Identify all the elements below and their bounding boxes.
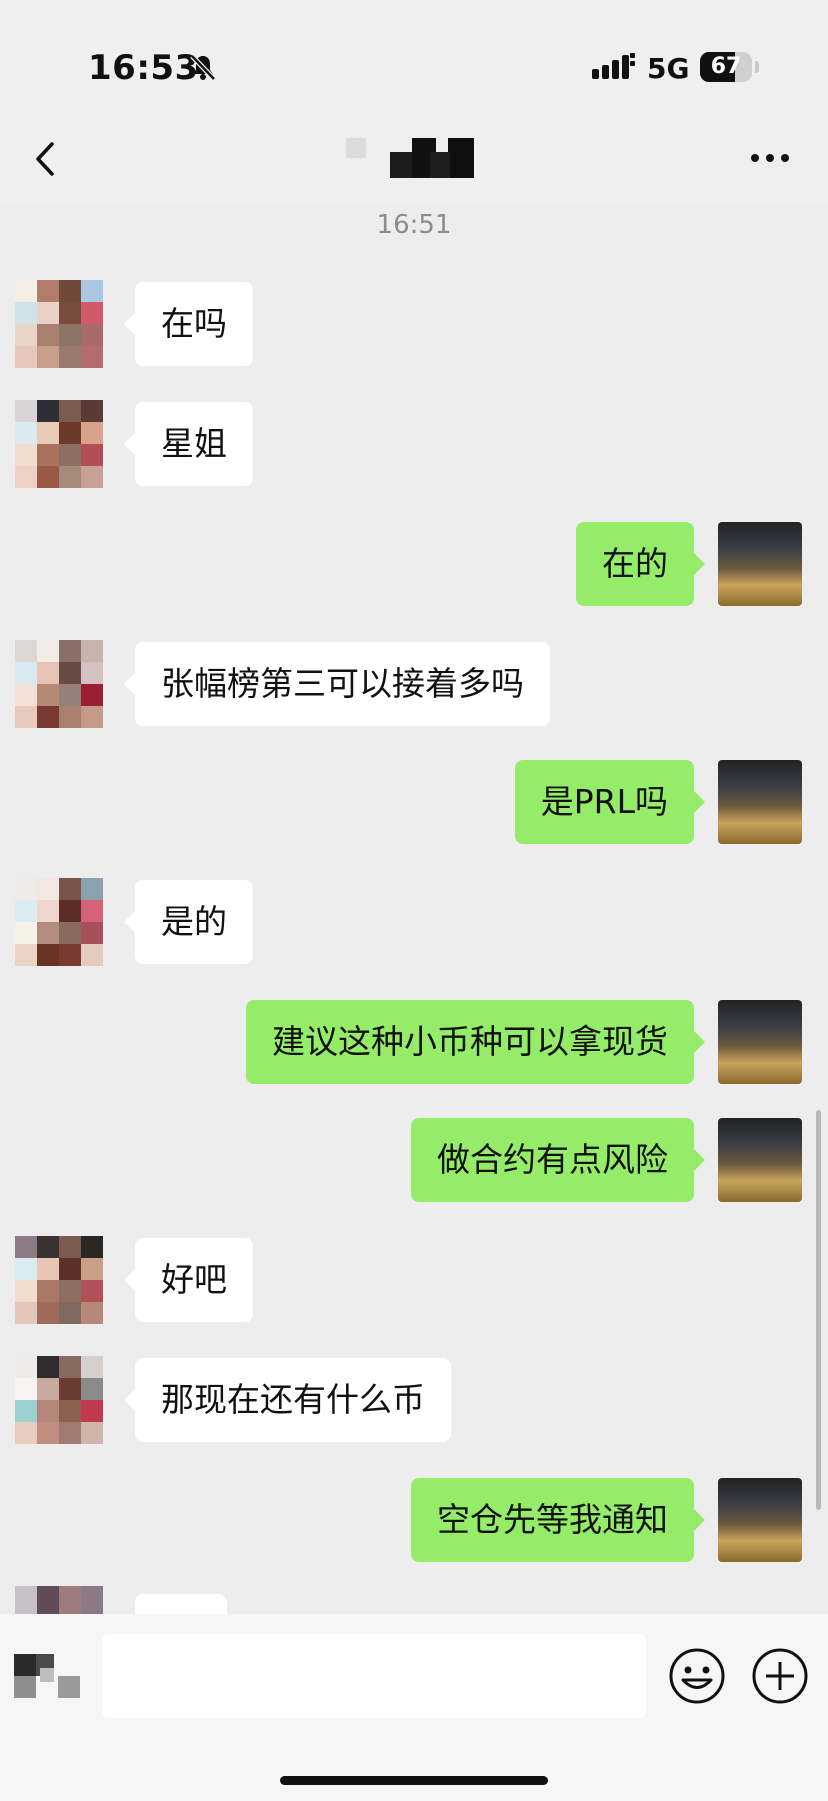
avatar xyxy=(15,1586,103,1614)
message-bubble-sent[interactable]: 建议这种小币种可以拿现货 xyxy=(246,1000,705,1084)
status-time: 16:53 xyxy=(88,48,199,88)
avatar[interactable] xyxy=(718,1000,802,1084)
battery-level: 67 xyxy=(710,54,742,79)
plus-icon[interactable] xyxy=(751,1647,809,1705)
message-bubble-received[interactable]: 是的 xyxy=(124,880,253,964)
message-input[interactable] xyxy=(102,1634,646,1718)
avatar[interactable] xyxy=(718,522,802,606)
avatar[interactable] xyxy=(15,1356,103,1444)
message-bubble-received[interactable]: 那现在还有什么币 xyxy=(124,1358,451,1442)
signal-icon xyxy=(592,53,635,79)
message-bubble-received[interactable]: 好吧 xyxy=(124,1238,253,1322)
avatar[interactable] xyxy=(15,1236,103,1324)
message-timestamp: 16:51 xyxy=(376,210,452,240)
battery-cap xyxy=(755,61,759,73)
avatar[interactable] xyxy=(15,400,103,488)
message-bubble-sent[interactable]: 做合约有点风险 xyxy=(411,1118,705,1202)
message-bubble-received[interactable]: 星姐 xyxy=(124,402,253,486)
message-bubble-sent[interactable]: 在的 xyxy=(576,522,705,606)
battery-indicator: 67 xyxy=(700,52,752,82)
avatar[interactable] xyxy=(15,878,103,966)
avatar[interactable] xyxy=(15,640,103,728)
message-bubble-received[interactable]: 在吗 xyxy=(124,282,253,366)
contact-name-redacted xyxy=(390,138,476,178)
home-indicator xyxy=(280,1776,548,1785)
avatar[interactable] xyxy=(718,760,802,844)
more-icon[interactable] xyxy=(749,148,791,168)
avatar[interactable] xyxy=(718,1478,802,1562)
message-bubble-received[interactable]: 张幅榜第三可以接着多吗 xyxy=(124,642,550,726)
message-bubble-sent[interactable]: 是PRL吗 xyxy=(514,760,706,844)
partial-bubble xyxy=(135,1594,227,1614)
avatar[interactable] xyxy=(15,280,103,368)
bell-slash-icon xyxy=(190,54,216,81)
title-ghost-block xyxy=(346,138,366,158)
emoji-icon[interactable] xyxy=(668,1647,726,1705)
voice-icon[interactable] xyxy=(14,1654,82,1700)
scrollbar[interactable] xyxy=(816,1110,821,1510)
network-type: 5G xyxy=(647,52,690,85)
avatar[interactable] xyxy=(718,1118,802,1202)
chevron-left-icon[interactable] xyxy=(26,138,64,180)
message-bubble-sent[interactable]: 空仓先等我通知 xyxy=(411,1478,705,1562)
